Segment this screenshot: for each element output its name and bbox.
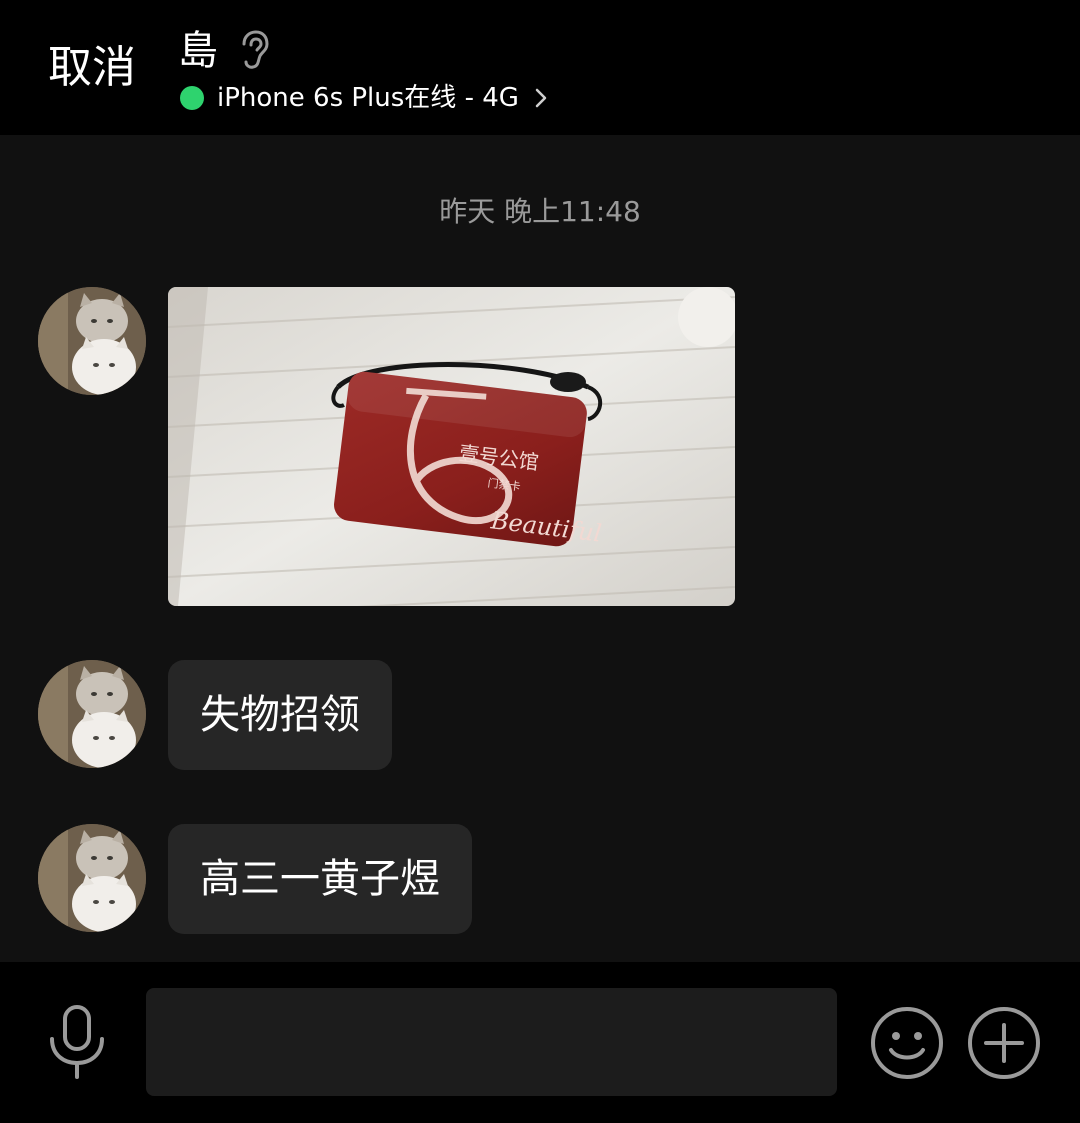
ear-icon bbox=[242, 30, 269, 69]
plus-icon[interactable] bbox=[966, 1005, 1042, 1081]
chevron-right-icon[interactable] bbox=[533, 86, 549, 110]
avatar[interactable] bbox=[38, 287, 146, 395]
emoji-icon[interactable] bbox=[869, 1005, 945, 1081]
chat-header: 取消 島 iPhone 6s Plus在线 - 4G bbox=[0, 0, 1080, 135]
cancel-button[interactable]: 取消 bbox=[48, 40, 136, 96]
microphone-icon[interactable] bbox=[42, 1003, 112, 1083]
contact-name[interactable]: 島 bbox=[178, 26, 218, 76]
message-image[interactable]: 壹号公馆 门禁卡 Beautiful bbox=[168, 287, 735, 606]
online-status-dot bbox=[180, 86, 204, 110]
message-timestamp: 昨天 晚上11:48 bbox=[439, 195, 641, 228]
message-input[interactable] bbox=[146, 988, 837, 1096]
message-bubble[interactable]: 高三一黄子煜 bbox=[168, 824, 472, 934]
chat-screen: 取消 島 iPhone 6s Plus在线 - 4G 昨天 晚上11:48 壹号… bbox=[0, 0, 1080, 1123]
avatar[interactable] bbox=[38, 824, 146, 932]
device-status-text[interactable]: iPhone 6s Plus在线 - 4G bbox=[217, 78, 519, 118]
message-bubble[interactable]: 失物招领 bbox=[168, 660, 392, 770]
avatar[interactable] bbox=[38, 660, 146, 768]
